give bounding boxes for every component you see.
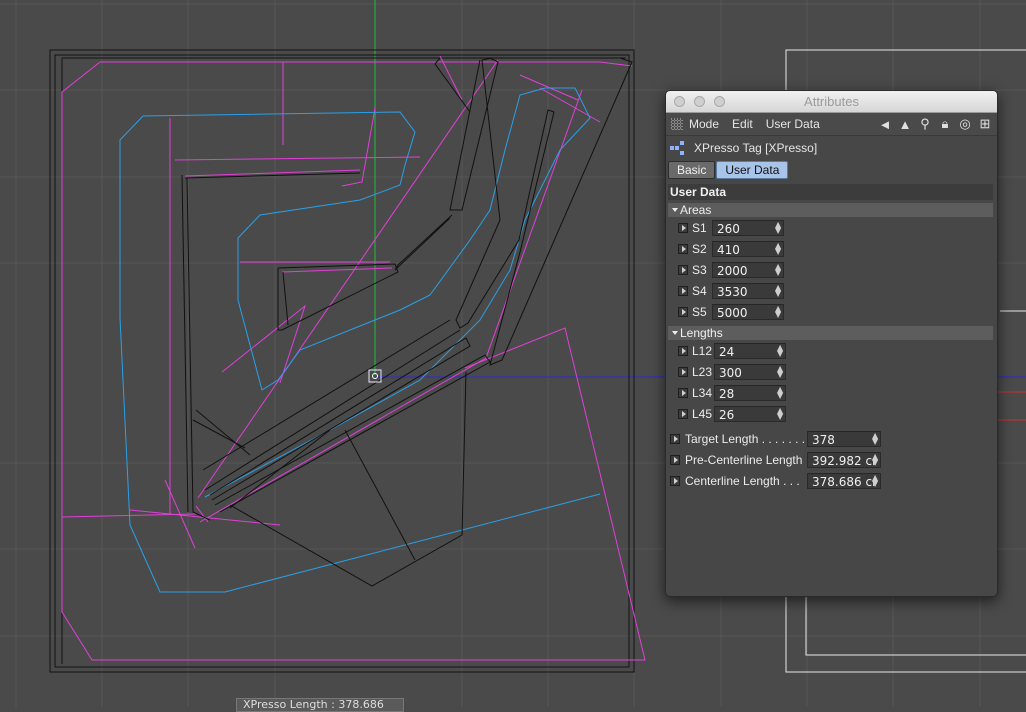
- spinner-icon: ▲ ▼: [777, 384, 784, 400]
- param-row: Target Length . . . . . . . 378 ▲ ▼: [666, 428, 997, 449]
- menu-user-data[interactable]: User Data: [766, 117, 820, 131]
- tab-bar: Basic User Data: [666, 160, 997, 180]
- tab-user-data[interactable]: User Data: [716, 161, 789, 179]
- toolbar-icons: ◄ ▲ ⚲ 🔒︎ ◎ ⊞: [877, 116, 993, 132]
- animate-icon[interactable]: [678, 306, 688, 317]
- animate-icon[interactable]: [678, 285, 688, 296]
- param-input[interactable]: 260 ▲ ▼: [712, 219, 784, 236]
- object-name: XPresso Tag [XPresso]: [694, 141, 818, 155]
- spinner-icon: ▲ ▼: [775, 240, 782, 256]
- animate-icon[interactable]: [678, 408, 688, 419]
- add-icon[interactable]: ⊞: [977, 116, 993, 132]
- param-input[interactable]: 24 ▲ ▼: [714, 342, 786, 359]
- param-row: S5 5000 ▲ ▼: [666, 301, 997, 322]
- grip-icon[interactable]: [671, 118, 683, 130]
- menu-mode[interactable]: Mode: [689, 117, 719, 131]
- group-areas-header[interactable]: Areas: [668, 203, 993, 217]
- spinner-icon: ▲ ▼: [777, 342, 784, 358]
- param-label: L12: [692, 343, 713, 358]
- arrow-left-icon[interactable]: ◄: [877, 117, 893, 132]
- param-row: S4 3530 ▲ ▼: [666, 280, 997, 301]
- animate-icon[interactable]: [670, 433, 680, 444]
- spinner-icon: ▲ ▼: [872, 472, 879, 488]
- param-input[interactable]: 2000 ▲ ▼: [712, 261, 784, 278]
- param-row: L34 28 ▲ ▼: [666, 382, 997, 403]
- pre-centerline-length-label: Pre-Centerline Length: [685, 452, 803, 467]
- param-row: Pre-Centerline Length 392.982 cı ▲ ▼: [666, 449, 997, 470]
- menu-bar: Mode Edit User Data ◄ ▲ ⚲ 🔒︎ ◎ ⊞: [666, 113, 997, 136]
- param-input[interactable]: 26 ▲ ▼: [714, 405, 786, 422]
- spinner-icon: ▲ ▼: [872, 451, 879, 467]
- param-label: S4: [692, 283, 707, 298]
- animate-icon[interactable]: [678, 345, 688, 356]
- param-label: S1: [692, 220, 707, 235]
- param-row: Centerline Length . . . 378.686 cı ▲ ▼: [666, 470, 997, 491]
- target-length-input[interactable]: 378 ▲ ▼: [807, 430, 881, 447]
- param-label: L23: [692, 364, 713, 379]
- spinner-icon: ▲ ▼: [775, 282, 782, 298]
- spinner-icon: ▲ ▼: [775, 303, 782, 319]
- param-input[interactable]: 300 ▲ ▼: [714, 363, 786, 380]
- spinner-icon: ▲ ▼: [775, 261, 782, 277]
- animate-icon[interactable]: [670, 454, 680, 465]
- param-label: L34: [692, 385, 713, 400]
- arrow-up-icon[interactable]: ▲: [897, 117, 913, 132]
- param-row: L12 24 ▲ ▼: [666, 340, 997, 361]
- xpresso-tag-icon: [670, 141, 690, 155]
- param-input[interactable]: 28 ▲ ▼: [714, 384, 786, 401]
- viewport-status-readout: XPresso Length : 378.686: [236, 698, 404, 712]
- spinner-icon: ▲ ▼: [872, 430, 879, 446]
- red-lines: [996, 391, 1026, 421]
- param-label: S2: [692, 241, 707, 256]
- animate-icon[interactable]: [678, 264, 688, 275]
- animate-icon[interactable]: [678, 366, 688, 377]
- attributes-window[interactable]: Attributes Mode Edit User Data ◄ ▲ ⚲ 🔒︎ …: [665, 90, 998, 597]
- spinner-icon: ▲ ▼: [777, 405, 784, 421]
- param-input[interactable]: 3530 ▲ ▼: [712, 282, 784, 299]
- param-label: S5: [692, 304, 707, 319]
- param-row: L45 26 ▲ ▼: [666, 403, 997, 424]
- param-row: S2 410 ▲ ▼: [666, 238, 997, 259]
- param-label: L45: [692, 406, 713, 421]
- animate-icon[interactable]: [678, 243, 688, 254]
- centerline-length-input[interactable]: 378.686 cı ▲ ▼: [807, 472, 881, 489]
- menu-edit[interactable]: Edit: [732, 117, 753, 131]
- group-lengths-header[interactable]: Lengths: [668, 326, 993, 340]
- param-row: L23 300 ▲ ▼: [666, 361, 997, 382]
- tab-basic[interactable]: Basic: [668, 161, 716, 179]
- window-titlebar[interactable]: Attributes: [666, 91, 997, 113]
- param-input[interactable]: 410 ▲ ▼: [712, 240, 784, 257]
- search-icon[interactable]: ⚲: [917, 116, 933, 132]
- param-input[interactable]: 5000 ▲ ▼: [712, 303, 784, 320]
- spinner-icon: ▲ ▼: [775, 219, 782, 235]
- animate-icon[interactable]: [678, 222, 688, 233]
- spinner-icon: ▲ ▼: [777, 363, 784, 379]
- animate-icon[interactable]: [670, 475, 680, 486]
- window-title: Attributes: [804, 94, 859, 109]
- black-geometry: [181, 57, 633, 587]
- param-row: S1 260 ▲ ▼: [666, 217, 997, 238]
- section-title: User Data: [668, 184, 993, 200]
- target-icon[interactable]: ◎: [957, 116, 973, 132]
- pre-centerline-length-input[interactable]: 392.982 cı ▲ ▼: [807, 451, 881, 468]
- animate-icon[interactable]: [678, 387, 688, 398]
- target-length-label: Target Length . . . . . . .: [685, 431, 806, 446]
- object-row: XPresso Tag [XPresso]: [666, 136, 997, 160]
- lock-icon[interactable]: 🔒︎: [937, 116, 953, 132]
- param-label: S3: [692, 262, 707, 277]
- centerline-length-label: Centerline Length . . .: [685, 473, 800, 488]
- param-row: S3 2000 ▲ ▼: [666, 259, 997, 280]
